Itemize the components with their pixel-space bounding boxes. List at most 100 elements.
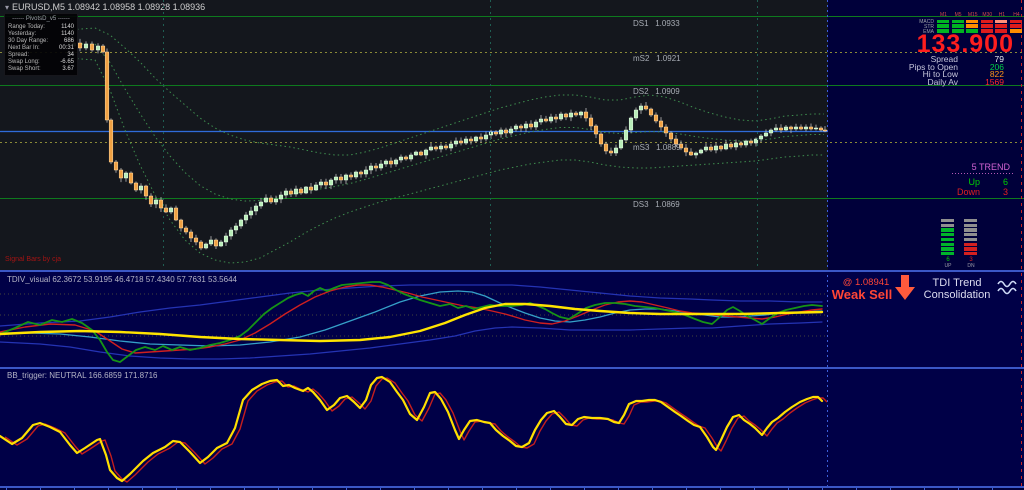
pivot-label-DS3: DS3 1.0869 — [633, 200, 680, 209]
day-separator-line — [163, 0, 164, 270]
candle-down — [433, 146, 439, 150]
trend-bar-tag: UP — [944, 263, 952, 269]
candle-up — [218, 241, 224, 247]
candle-down — [143, 185, 149, 197]
matrix-cell-salmon — [995, 19, 1008, 24]
trend-up-value: 6 — [1002, 177, 1008, 187]
candle-down — [118, 169, 124, 179]
price-chart[interactable] — [0, 0, 828, 271]
candle-down — [738, 142, 744, 146]
bb-trigger-line — [0, 375, 824, 483]
candle-up — [283, 190, 289, 196]
candle-up — [498, 129, 504, 135]
candle-up — [763, 132, 769, 137]
candle-up — [743, 140, 749, 146]
candle-up — [398, 156, 404, 161]
candle-down — [798, 126, 804, 130]
candle-down — [348, 174, 354, 178]
matrix-cell-orange — [966, 24, 979, 29]
candle-up — [463, 138, 469, 144]
candle-down — [403, 156, 409, 160]
pivot-box-row: Swap Long: -6.65 — [8, 59, 74, 66]
candle-down — [178, 219, 184, 229]
candle-up — [538, 118, 544, 123]
candle-down — [688, 151, 694, 156]
candle-down — [373, 165, 379, 169]
candle-down — [148, 195, 154, 205]
pivot-box-row-value: -6.65 — [60, 59, 74, 65]
candle-up — [793, 126, 799, 130]
trend-bar-segment — [964, 237, 977, 242]
candle-down — [528, 123, 534, 128]
candle-up — [368, 165, 374, 171]
candle-down — [298, 188, 304, 194]
price-scale-edge-line — [1021, 0, 1022, 490]
candle-up — [558, 113, 564, 120]
candle-up — [638, 105, 644, 111]
candle-up — [438, 145, 444, 150]
candle-up — [328, 179, 334, 186]
candle-down — [323, 181, 329, 186]
trend-bar-segment — [941, 237, 954, 242]
candle-down — [108, 119, 114, 163]
trend-bar-segment — [964, 228, 977, 232]
pivot-box-row: Next Bar In: 00:31 — [8, 45, 74, 52]
consolidation-waves-icon — [997, 280, 1017, 295]
pivot-label-DS2: DS2 1.0909 — [633, 87, 680, 96]
candle-up — [203, 243, 209, 249]
pivots-box-rows: Range Today: 1140 Yesterday: 1140 30 Day Ran… — [8, 24, 74, 73]
candle-down — [573, 112, 579, 116]
trading-terminal: ▾ EURUSD,M5 1.08942 1.08958 1.08928 1.089… — [0, 0, 1024, 490]
trend-bar-segment — [964, 247, 977, 251]
candle-down — [608, 150, 614, 154]
candle-up — [95, 45, 101, 51]
candle-up — [233, 225, 239, 231]
pivot-box-row-value: 3.67 — [62, 66, 74, 72]
trend-bar-segment — [941, 242, 954, 246]
candle-down — [543, 118, 549, 122]
trend-down-value: 3 — [1002, 187, 1008, 197]
candle-up — [253, 205, 259, 212]
trend-bar-segment — [941, 228, 954, 232]
day-separator-line — [490, 0, 491, 270]
bb-chart[interactable] — [0, 369, 1024, 486]
candle-down — [308, 186, 314, 191]
pivot-box-row: 30 Day Range: 686 — [8, 38, 74, 45]
candle-down — [503, 129, 509, 134]
candle-up — [733, 142, 739, 148]
matrix-cell-green — [937, 19, 949, 24]
tdi-indicator-label: TDIV_visual 62.3672 53.9195 46.4718 57.4… — [7, 275, 237, 284]
trend-bar-segment — [964, 219, 977, 223]
candle-up — [613, 147, 619, 154]
candle-down — [603, 143, 609, 152]
pivot-box-row-label: Range Today: — [8, 24, 45, 30]
trend-bar-segment — [941, 247, 954, 251]
candle-down — [653, 114, 659, 122]
candle-up — [723, 143, 729, 150]
candle-down — [133, 182, 139, 191]
candle-down — [493, 131, 499, 135]
candle-up — [363, 169, 369, 175]
candle-up — [628, 117, 634, 131]
candle-down — [358, 171, 364, 175]
matrix-cell-red — [1010, 24, 1022, 29]
matrix-cell-green — [951, 19, 964, 24]
candle-down — [458, 140, 464, 144]
tdi-trend-state-line2: Consolidation — [923, 289, 991, 301]
candle-up — [208, 239, 214, 245]
candle-down — [478, 136, 484, 140]
matrix-cell-orange — [966, 19, 979, 24]
candle-up — [248, 210, 254, 216]
candle-up — [473, 136, 479, 142]
bb-indicator-label: BB_trigger: NEUTRAL 166.6859 171.8716 — [7, 371, 158, 380]
candle-up — [633, 109, 639, 119]
candle-up — [413, 151, 419, 156]
candle-up — [423, 149, 429, 156]
candle-down — [748, 140, 754, 144]
pivot-box-row-value: 34 — [67, 52, 74, 58]
candle-up — [773, 127, 779, 131]
candle-down — [563, 113, 569, 118]
matrix-cell-red — [995, 24, 1008, 29]
candle-down — [468, 138, 474, 142]
trend-bar-segment — [941, 251, 954, 256]
